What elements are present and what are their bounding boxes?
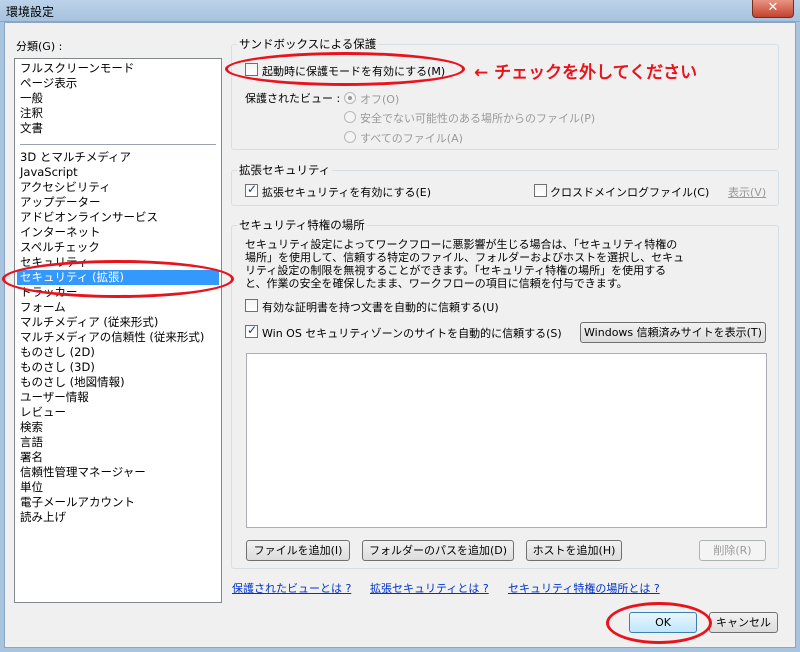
delete-button[interactable]: 削除(R) xyxy=(699,540,766,561)
list-item[interactable]: ものさし (2D) xyxy=(20,345,95,360)
category-list[interactable]: フルスクリーンモード ページ表示 一般 注釈 文書 3D とマルチメディア Ja… xyxy=(14,58,222,603)
list-item[interactable]: ページ表示 xyxy=(20,76,77,91)
add-folder-button[interactable]: フォルダーのパスを追加(D) xyxy=(362,540,514,561)
privileged-locations-list[interactable] xyxy=(246,353,767,528)
list-item[interactable]: インターネット xyxy=(20,225,101,240)
radio-label: 安全でない可能性のある場所からのファイル(P) xyxy=(360,112,596,125)
show-log-link[interactable]: 表示(V) xyxy=(728,184,766,200)
radio-label: すべてのファイル(A) xyxy=(360,132,463,145)
add-file-button[interactable]: ファイルを追加(I) xyxy=(246,540,350,561)
list-item[interactable]: JavaScript xyxy=(20,165,78,180)
list-item[interactable]: 言語 xyxy=(20,435,43,450)
list-item[interactable]: 文書 xyxy=(20,121,43,136)
close-button[interactable]: ✕ xyxy=(752,0,794,18)
protected-view-radio-all[interactable] xyxy=(344,131,356,143)
list-item[interactable]: ものさし (3D) xyxy=(20,360,95,375)
list-item[interactable]: 読み上げ xyxy=(20,510,66,525)
annotation-circle-ok xyxy=(606,602,712,644)
list-item[interactable]: 3D とマルチメディア xyxy=(20,150,131,165)
radio-label: オフ(O) xyxy=(360,93,400,106)
help-link-enhanced-security[interactable]: 拡張セキュリティとは ? xyxy=(370,580,489,596)
window-title: 環境設定 xyxy=(6,5,55,19)
sandbox-group-title: サンドボックスによる保護 xyxy=(237,36,379,52)
list-separator xyxy=(20,144,216,145)
list-item[interactable]: 一般 xyxy=(20,91,43,106)
help-link-protected-view[interactable]: 保護されたビューとは ? xyxy=(232,580,351,596)
cancel-button[interactable]: キャンセル xyxy=(709,612,778,633)
enhanced-security-label: 拡張セキュリティを有効にする(E) xyxy=(262,186,431,199)
privileged-description: セキュリティ設定によってワークフローに悪影響が生じる場合は、「セキュリティ特権の… xyxy=(245,238,684,290)
category-label: 分類(G) : xyxy=(16,40,63,53)
list-item[interactable]: フルスクリーンモード xyxy=(20,61,134,76)
list-item[interactable]: マルチメディア (従来形式) xyxy=(20,315,158,330)
list-item[interactable]: 検索 xyxy=(20,420,43,435)
description-line: と、作業の安全を確保したまま、ワークフローの項目に信頼を付与できます。 xyxy=(245,277,628,290)
protected-view-label: 保護されたビュー : xyxy=(245,92,341,105)
add-host-button[interactable]: ホストを追加(H) xyxy=(526,540,622,561)
privileged-locations-title: セキュリティ特権の場所 xyxy=(237,217,367,233)
cross-domain-checkbox[interactable] xyxy=(534,184,547,197)
protected-view-radio-off[interactable] xyxy=(344,92,356,104)
auto-trust-cert-checkbox[interactable] xyxy=(245,299,258,312)
annotation-circle-category xyxy=(2,260,234,298)
list-item[interactable]: アップデーター xyxy=(20,195,101,210)
help-link-privileged-locations[interactable]: セキュリティ特権の場所とは ? xyxy=(508,580,660,596)
list-item[interactable]: フォーム xyxy=(20,300,66,315)
cross-domain-label: クロスドメインログファイル(C) xyxy=(550,186,710,199)
title-bar: 環境設定 xyxy=(0,0,800,22)
show-trusted-sites-button[interactable]: Windows 信頼済みサイトを表示(T) xyxy=(580,322,766,343)
enhanced-security-checkbox[interactable] xyxy=(245,182,258,197)
list-item[interactable]: 署名 xyxy=(20,450,43,465)
list-item[interactable]: スペルチェック xyxy=(20,240,100,255)
auto-trust-zone-checkbox[interactable] xyxy=(245,323,258,338)
list-item[interactable]: アクセシビリティ xyxy=(20,180,111,195)
protected-view-radio-unsafe[interactable] xyxy=(344,111,356,123)
list-item[interactable]: 注釈 xyxy=(20,106,43,121)
list-item[interactable]: ものさし (地図情報) xyxy=(20,375,125,390)
enhanced-security-title: 拡張セキュリティ xyxy=(237,162,333,178)
list-item[interactable]: 単位 xyxy=(20,480,43,495)
list-item[interactable]: マルチメディアの信頼性 (従来形式) xyxy=(20,330,204,345)
list-item[interactable]: 電子メールアカウント xyxy=(20,495,135,510)
list-item[interactable]: 信頼性管理マネージャー xyxy=(20,465,146,480)
list-item[interactable]: アドビオンラインサービス xyxy=(20,210,158,225)
auto-trust-zone-label: Win OS セキュリティゾーンのサイトを自動的に信頼する(S) xyxy=(262,327,562,340)
annotation-circle-checkbox xyxy=(225,52,465,86)
annotation-text: ← チェックを外してください xyxy=(474,63,698,83)
auto-trust-cert-label: 有効な証明書を持つ文書を自動的に信頼する(U) xyxy=(262,301,499,314)
list-item[interactable]: ユーザー情報 xyxy=(20,390,89,405)
description-line: リティ設定の制限を無視することができます。「セキュリティ特権の場所」を使用する xyxy=(245,264,667,277)
list-item[interactable]: レビュー xyxy=(20,405,66,420)
description-line: セキュリティ設定によってワークフローに悪影響が生じる場合は、「セキュリティ特権の xyxy=(245,238,678,251)
description-line: 場所」を使用して、信頼する特定のファイル、フォルダーおよびホストを選択し、セキュ xyxy=(245,251,685,264)
